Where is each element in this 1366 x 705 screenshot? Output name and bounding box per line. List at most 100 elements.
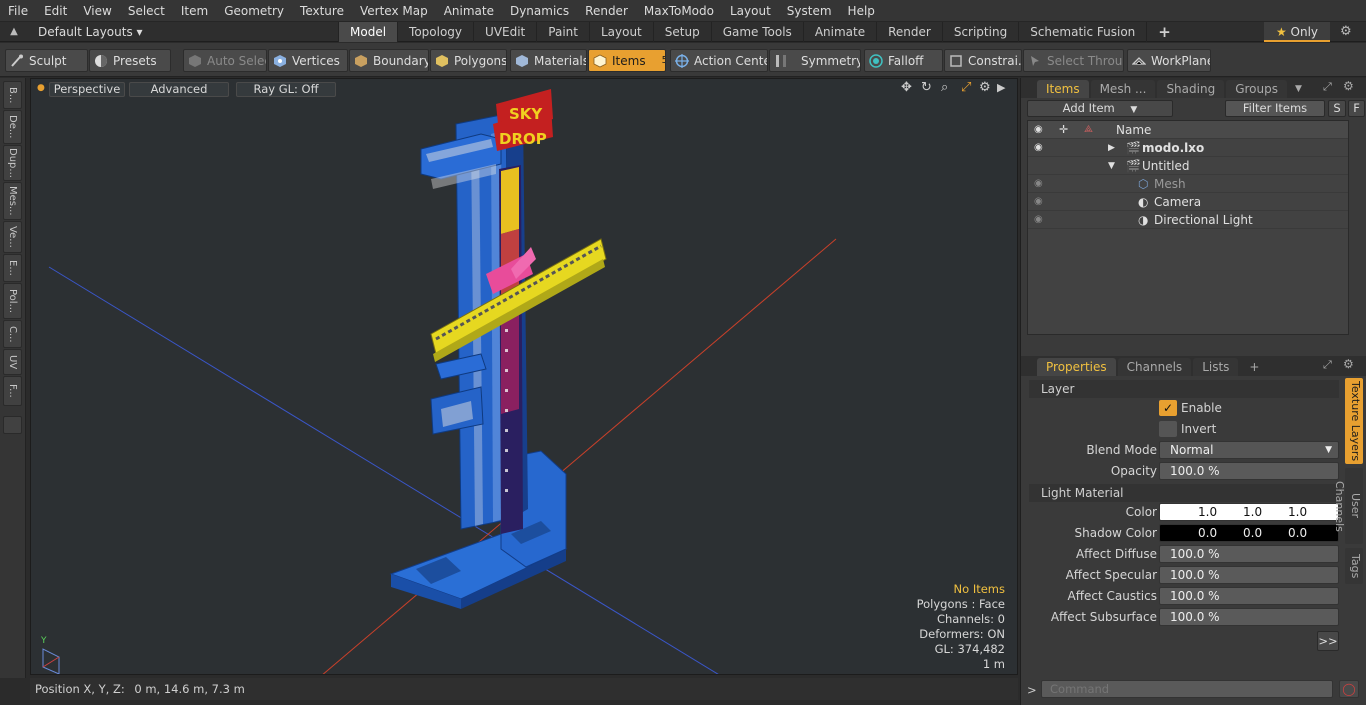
viewport-expand-icon[interactable]: ▶ — [997, 81, 1005, 94]
viewport-scene[interactable]: SKY DROP Y — [31, 79, 1018, 675]
color-field[interactable]: 1.0 1.0 1.0 — [1159, 503, 1339, 521]
tab-animate[interactable]: Animate — [802, 21, 876, 42]
tab-lists[interactable]: Lists — [1193, 358, 1239, 376]
fit-view-icon[interactable]: ⤢ — [961, 80, 971, 95]
record-icon[interactable]: ◯ — [1339, 680, 1359, 698]
left-tab-1[interactable]: B... — [3, 81, 22, 109]
tab-model[interactable]: Model — [338, 21, 398, 42]
filter-items-field[interactable]: Filter Items — [1225, 100, 1325, 117]
tab-items[interactable]: Items — [1037, 80, 1089, 98]
perspective-button[interactable]: Perspective — [49, 82, 125, 97]
constraints-button[interactable]: Constrai... — [944, 49, 1022, 72]
vertices-button[interactable]: Vertices1 — [268, 49, 348, 72]
eye-icon[interactable]: ◉ — [1034, 139, 1043, 157]
left-tab-8[interactable]: C... — [3, 320, 22, 348]
sculpt-button[interactable]: Sculpt — [5, 49, 88, 72]
only-toggle[interactable]: ★ Only — [1264, 22, 1330, 42]
tab-schematic-fusion[interactable]: Schematic Fusion — [1018, 21, 1146, 42]
tab-setup[interactable]: Setup — [652, 21, 711, 42]
tab-user-channels[interactable]: User Channels — [1333, 468, 1363, 544]
falloff-button[interactable]: Falloff — [864, 49, 943, 72]
left-tab-3[interactable]: Dup... — [3, 145, 22, 181]
affect-diffuse-field[interactable]: 100.0 % — [1159, 545, 1339, 563]
auto-select-button[interactable]: Auto Select — [183, 49, 267, 72]
left-tab-7[interactable]: Pol... — [3, 283, 22, 319]
opacity-field[interactable]: 100.0 % — [1159, 462, 1339, 480]
workplane-button[interactable]: WorkPlane — [1127, 49, 1211, 72]
invert-checkbox[interactable] — [1159, 421, 1177, 437]
menu-animate[interactable]: Animate — [436, 0, 502, 22]
name-column-header[interactable]: Name — [1116, 121, 1151, 139]
raygl-button[interactable]: Ray GL: Off — [236, 82, 336, 97]
affect-specular-field[interactable]: 100.0 % — [1159, 566, 1339, 584]
items-panel-gear-icon[interactable]: ⚙ — [1343, 79, 1354, 93]
eye-icon[interactable]: ◉ — [1034, 175, 1043, 193]
visibility-column-icon[interactable]: ◉ — [1034, 121, 1043, 139]
menu-geometry[interactable]: Geometry — [216, 0, 292, 22]
menu-help[interactable]: Help — [840, 0, 883, 22]
tab-texture-layers[interactable]: Texture Layers — [1345, 378, 1363, 464]
props-panel-expand-icon[interactable]: ⤢ — [1323, 358, 1332, 372]
list-item-directional-light[interactable]: ◉ ◑ Directional Light — [1028, 211, 1348, 229]
left-tab-6[interactable]: E... — [3, 254, 22, 282]
expand-arrow-icon[interactable]: ▶ — [1108, 139, 1115, 157]
collapse-arrow-icon[interactable]: ▼ — [1108, 157, 1115, 175]
menu-render[interactable]: Render — [577, 0, 636, 22]
menu-dynamics[interactable]: Dynamics — [502, 0, 577, 22]
action-center-button[interactable]: Action Center — [670, 49, 768, 72]
tab-properties[interactable]: Properties — [1037, 358, 1116, 376]
move-view-icon[interactable]: ✥ — [901, 80, 912, 95]
items-panel-expand-icon[interactable]: ⤢ — [1323, 80, 1332, 94]
add-tab-button[interactable]: + — [1146, 21, 1182, 42]
menu-system[interactable]: System — [779, 0, 840, 22]
add-props-tab-button[interactable]: + — [1240, 358, 1268, 376]
list-item-camera[interactable]: ◉ ◐ Camera — [1028, 193, 1348, 211]
zoom-view-icon[interactable]: ⌕ — [941, 80, 948, 95]
list-item-modo-lxo[interactable]: ◉ ▶ 🎬 modo.lxo — [1028, 139, 1348, 157]
layout-selector[interactable]: Default Layouts ▾ — [28, 22, 328, 42]
presets-button[interactable]: Presets — [89, 49, 171, 72]
items-tabs-dropdown-icon[interactable]: ▼ — [1295, 80, 1302, 98]
blend-mode-select[interactable]: Normal ▼ — [1159, 441, 1339, 459]
left-tab-9[interactable]: UV — [3, 349, 22, 375]
settings-gear-icon[interactable]: ⚙ — [1340, 24, 1352, 39]
eye-icon[interactable]: ◉ — [1034, 211, 1043, 229]
tab-shading[interactable]: Shading — [1157, 80, 1225, 98]
list-item-mesh[interactable]: ◉ ⬡ Mesh — [1028, 175, 1348, 193]
advanced-button[interactable]: Advanced — [129, 82, 229, 97]
rotate-view-icon[interactable]: ↻ — [921, 80, 932, 95]
menu-select[interactable]: Select — [120, 0, 173, 22]
polygons-button[interactable]: Polygons — [430, 49, 507, 72]
left-tab-5[interactable]: Ve... — [3, 221, 22, 253]
command-input[interactable] — [1041, 680, 1333, 698]
props-panel-gear-icon[interactable]: ⚙ — [1343, 357, 1354, 371]
f-button[interactable]: F — [1348, 100, 1365, 117]
tab-groups[interactable]: Groups — [1226, 80, 1287, 98]
tab-game-tools[interactable]: Game Tools — [710, 21, 803, 42]
lock-column-icon[interactable]: ✛ — [1059, 121, 1068, 139]
item-list[interactable]: ◉ ✛ ⟁ Name ◉ ▶ 🎬 modo.lxo ▼ 🎬 Untitled ◉… — [1027, 120, 1349, 335]
layer-section-header[interactable]: Layer — [1029, 380, 1339, 398]
layout-arrow-icon[interactable]: ▲ — [0, 26, 28, 37]
left-tab-4[interactable]: Mes... — [3, 182, 22, 220]
left-tab-collapse[interactable] — [3, 416, 22, 434]
3d-viewport[interactable]: SKY DROP Y ● Perspective Advanced Ray GL… — [30, 78, 1018, 675]
menu-item[interactable]: Item — [173, 0, 216, 22]
tab-tags[interactable]: Tags — [1345, 548, 1363, 584]
tab-layout[interactable]: Layout — [588, 21, 653, 42]
menu-file[interactable]: File — [0, 0, 36, 22]
add-item-button[interactable]: Add Item ▼ — [1027, 100, 1173, 117]
menu-layout[interactable]: Layout — [722, 0, 779, 22]
menu-edit[interactable]: Edit — [36, 0, 75, 22]
left-tab-10[interactable]: F... — [3, 376, 22, 406]
tab-scripting[interactable]: Scripting — [941, 21, 1018, 42]
menu-maxtomodo[interactable]: MaxToModo — [636, 0, 722, 22]
tab-render[interactable]: Render — [876, 21, 942, 42]
tab-channels[interactable]: Channels — [1117, 358, 1192, 376]
tab-topology[interactable]: Topology — [397, 21, 473, 42]
tab-mesh[interactable]: Mesh ... — [1090, 80, 1156, 98]
tab-uvedit[interactable]: UVEdit — [473, 21, 536, 42]
items-button[interactable]: Items5 — [588, 49, 666, 72]
type-column-icon[interactable]: ⟁ — [1084, 121, 1093, 139]
viewport-gear-icon[interactable]: ⚙ — [979, 80, 991, 95]
